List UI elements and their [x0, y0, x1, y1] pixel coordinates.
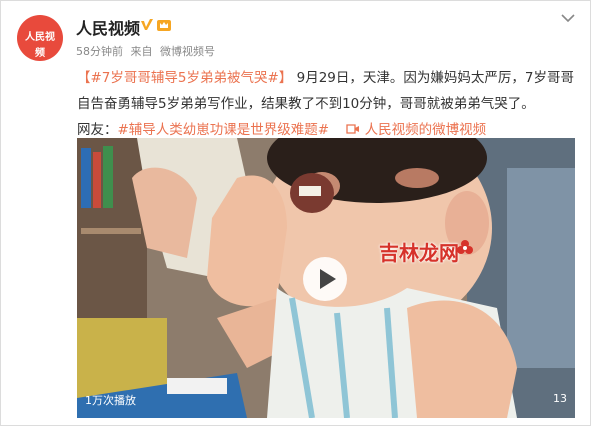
video-source-link[interactable]: 人民视频的微博视频 [365, 122, 487, 138]
verified-v-icon [141, 19, 153, 30]
source-prefix: 来自 [130, 45, 153, 58]
post-meta: 58分钟前 来自 微博视频号 [76, 43, 219, 59]
chevron-down-icon[interactable] [561, 13, 575, 23]
netizen-topic-link[interactable]: #辅导人类幼崽功课是世界级难题# [118, 122, 330, 138]
view-count: 1万次播放 [85, 394, 136, 407]
netizen-label: 网友： [77, 122, 118, 138]
source-name[interactable]: 微博视频号 [160, 45, 215, 58]
video-link-icon [346, 124, 360, 134]
post-body: 【#7岁哥哥辅导5岁弟弟被气哭#】 9月29日，天津。因为嫌妈妈太严厉，7岁哥哥… [77, 65, 577, 143]
avatar-logo-text: 人民视频 [25, 32, 55, 59]
site-watermark: 吉林龙网 [379, 241, 459, 265]
video-duration: 13 [553, 392, 567, 405]
weibo-post-card: 人民视频 人民视频 58分钟前 来自 微博视频号 【#7岁哥哥辅导5岁弟弟被气哭… [0, 0, 591, 426]
watermark-flower-icon [457, 240, 473, 254]
post-topic-link[interactable]: 【#7岁哥哥辅导5岁弟弟被气哭#】 [77, 70, 292, 86]
vip-crown-icon[interactable] [156, 17, 172, 33]
play-icon [320, 269, 336, 289]
video-player[interactable]: 1万次播放 13 [77, 138, 575, 418]
post-time[interactable]: 58分钟前 [76, 45, 123, 58]
author-name[interactable]: 人民视频 [76, 15, 140, 39]
avatar[interactable]: 人民视频 [17, 15, 63, 61]
play-button[interactable] [303, 257, 347, 301]
